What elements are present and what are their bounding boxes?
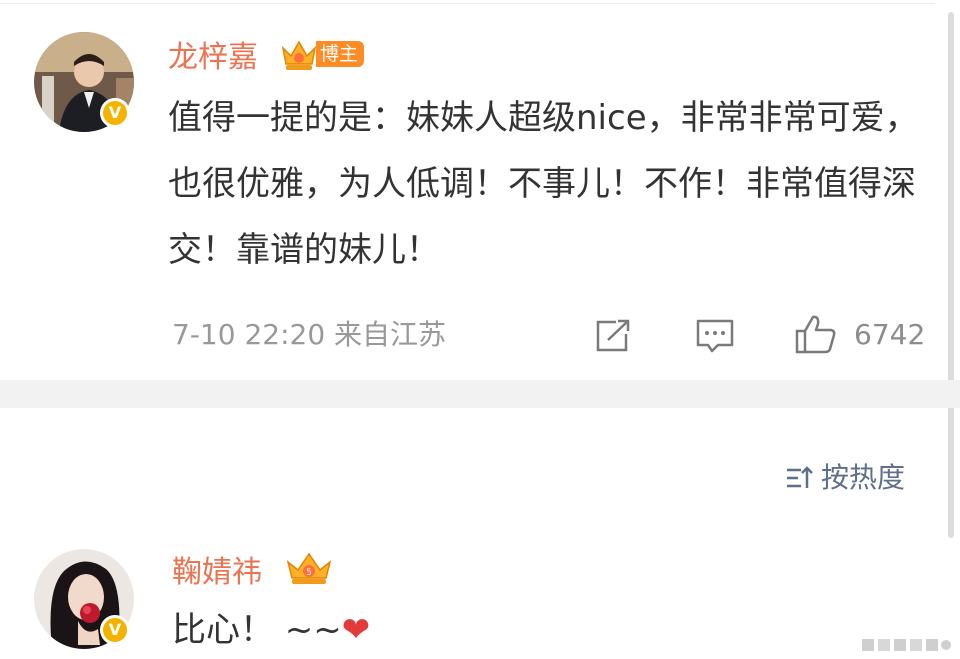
section-divider (0, 380, 960, 408)
reply-text: 比心！ ~~❤ (172, 610, 370, 650)
top-divider (0, 3, 935, 4)
repost-icon[interactable] (594, 318, 634, 354)
like-icon[interactable] (794, 313, 838, 355)
heart-emoji-icon: ❤ (341, 610, 371, 650)
comment-icon[interactable] (694, 318, 736, 354)
reply-avatar[interactable]: V (34, 549, 134, 649)
like-count: 6742 (854, 318, 926, 351)
crown-icon (281, 40, 317, 70)
reply-text-content: 比心！ ~~ (172, 610, 342, 650)
scrollbar[interactable] (948, 12, 954, 538)
avatar[interactable]: V (34, 32, 134, 132)
sort-icon (787, 466, 813, 488)
crown-icon: 5 (286, 552, 332, 584)
reply-author[interactable]: 鞠婧祎 (172, 555, 262, 591)
sort-label: 按热度 (821, 461, 906, 494)
watermark-icon (862, 639, 951, 651)
comment-text: 值得一提的是：妹妹人超级nice，非常非常可爱，也很优雅，为人低调！不事儿！不作… (168, 98, 919, 270)
blogger-tag: 博主 (316, 41, 365, 67)
comment-meta: 7-10 22:20 来自江苏 (172, 318, 447, 351)
verified-badge-icon: V (100, 98, 130, 128)
svg-text:5: 5 (306, 568, 312, 578)
comment-author[interactable]: 龙梓嘉 (168, 40, 258, 76)
sort-by-hot-button[interactable]: 按热度 (785, 460, 905, 496)
verified-badge-icon: V (100, 615, 130, 645)
